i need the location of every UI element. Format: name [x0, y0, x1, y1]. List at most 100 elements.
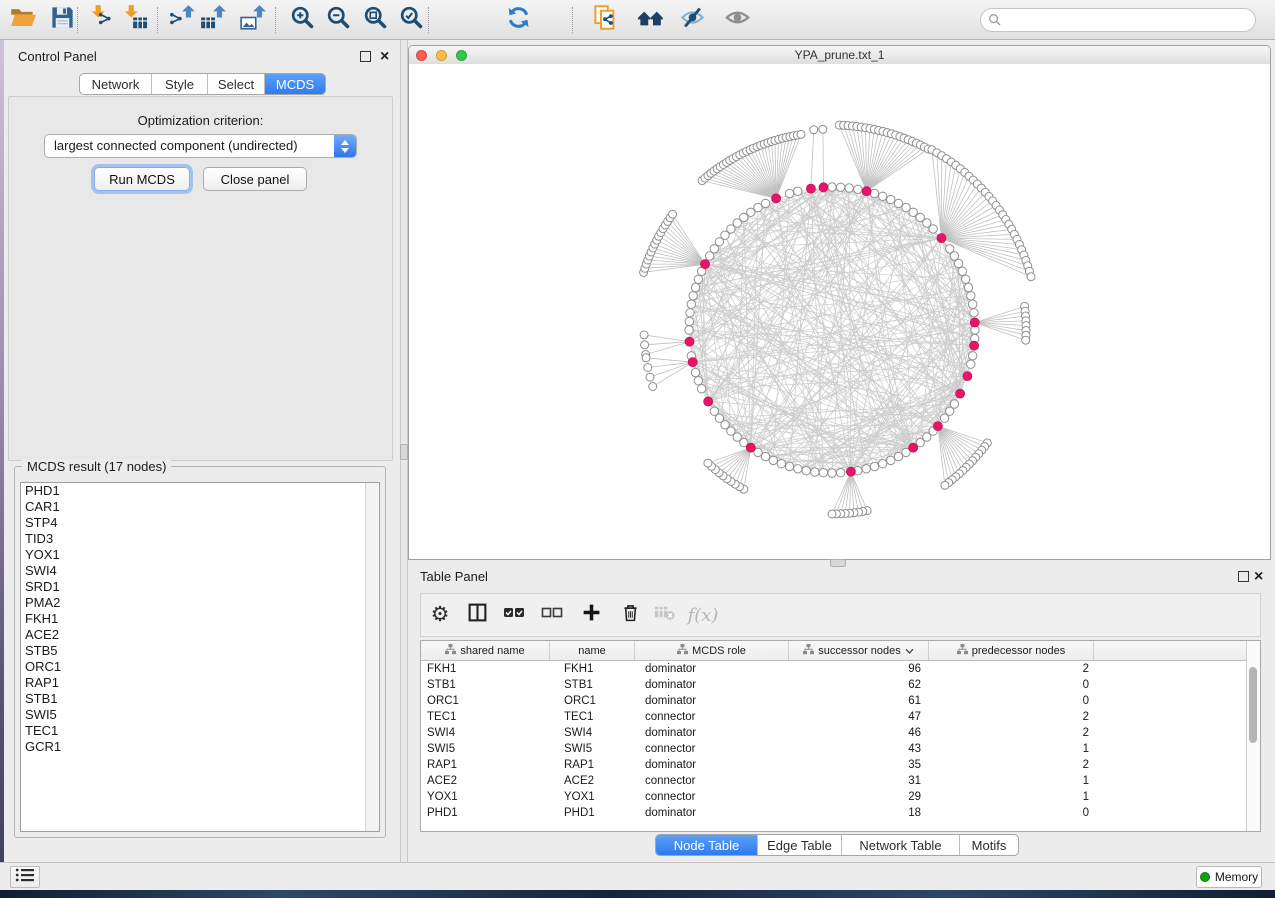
table-panel-float-icon[interactable]: [1238, 571, 1249, 582]
tab-node-table[interactable]: Node Table: [656, 835, 758, 855]
tab-edge-table[interactable]: Edge Table: [758, 835, 842, 855]
mcds-hub-node[interactable]: [963, 372, 972, 381]
mcds-result-item[interactable]: STP4: [21, 515, 379, 531]
table-flow-icon: [803, 644, 814, 658]
column-header-predecessor-nodes[interactable]: predecessor nodes: [929, 641, 1094, 660]
tab-motifs[interactable]: Motifs: [960, 835, 1018, 855]
memory-button[interactable]: Memory: [1196, 866, 1262, 888]
tab-select[interactable]: Select: [208, 74, 265, 94]
table-panel-close-icon[interactable]: ×: [1254, 571, 1263, 583]
toolbar-export-image-button[interactable]: [236, 3, 270, 37]
network-window-titlebar[interactable]: YPA_prune.txt_1: [409, 46, 1270, 65]
mcds-result-item[interactable]: SWI4: [21, 563, 379, 579]
table-row[interactable]: SWI5SWI5connector431: [421, 741, 1260, 757]
mcds-result-item[interactable]: YOX1: [21, 547, 379, 563]
table-row[interactable]: ORC1ORC1dominator610: [421, 693, 1260, 709]
optimization-criterion-dropdown[interactable]: largest connected component (undirected): [44, 134, 357, 158]
table-toolbar-select-all-button[interactable]: [500, 601, 528, 629]
search-input[interactable]: [980, 8, 1256, 32]
toolbar-zoom-fit-content-button[interactable]: [358, 3, 392, 37]
mcds-result-item[interactable]: CAR1: [21, 499, 379, 515]
toolbar-import-network-from-file-button[interactable]: [86, 3, 120, 37]
table-toolbar-delete-row-button[interactable]: [616, 601, 644, 629]
tab-network[interactable]: Network: [80, 74, 152, 94]
toolbar-export-network-button[interactable]: [165, 3, 199, 37]
mcds-hub-node[interactable]: [806, 184, 815, 193]
network-canvas[interactable]: [409, 64, 1270, 559]
table-row[interactable]: STB1STB1dominator620: [421, 677, 1260, 693]
tab-network-table[interactable]: Network Table: [842, 835, 960, 855]
mcds-result-item[interactable]: FKH1: [21, 611, 379, 627]
mcds-result-item[interactable]: STB5: [21, 643, 379, 659]
table-toolbar-column-settings-button[interactable]: ⚙: [426, 601, 454, 629]
mcds-hub-node[interactable]: [772, 194, 781, 203]
mcds-hub-node[interactable]: [819, 183, 828, 192]
mcds-hub-node[interactable]: [970, 341, 979, 350]
mcds-hub-node[interactable]: [704, 397, 713, 406]
toolbar-refresh-view-button[interactable]: [501, 3, 535, 37]
table-row[interactable]: ACE2ACE2connector311: [421, 773, 1260, 789]
toolbar-first-neighbors-button[interactable]: [633, 3, 667, 37]
column-label: MCDS role: [692, 645, 746, 657]
toolbar-hide-selected-button[interactable]: [675, 3, 709, 37]
mcds-result-item[interactable]: GCR1: [21, 739, 379, 755]
column-header-successor-nodes[interactable]: successor nodes: [789, 641, 929, 660]
control-panel-float-icon[interactable]: [360, 51, 371, 62]
table-scrollbar-thumb[interactable]: [1249, 667, 1257, 743]
toolbar-open-session-button[interactable]: [5, 3, 39, 37]
toolbar-save-session-button[interactable]: [45, 3, 79, 37]
toolbar-import-table-from-file-button[interactable]: [119, 3, 153, 37]
vertical-splitter-handle[interactable]: [400, 444, 408, 460]
mcds-hub-node[interactable]: [746, 443, 755, 452]
table-row[interactable]: YOX1YOX1connector291: [421, 789, 1260, 805]
mcds-hub-node[interactable]: [688, 358, 697, 367]
panel-list-button[interactable]: [10, 866, 40, 888]
mcds-list-scrollbar[interactable]: [365, 483, 379, 831]
table-toolbar-panel-mode-button[interactable]: [463, 601, 491, 629]
table-toolbar-function-builder-disabled-button[interactable]: f(x): [689, 601, 717, 629]
mcds-hub-node[interactable]: [685, 337, 694, 346]
table-row[interactable]: FKH1FKH1dominator962: [421, 661, 1260, 677]
table-toolbar-delete-column-disabled-button[interactable]: [650, 601, 678, 629]
mcds-hub-node[interactable]: [970, 318, 979, 327]
toolbar-show-all-button[interactable]: [720, 3, 754, 37]
mcds-result-item[interactable]: RAP1: [21, 675, 379, 691]
control-panel-close-icon[interactable]: ×: [380, 51, 389, 63]
column-header-name[interactable]: name: [550, 641, 635, 660]
table-row[interactable]: SWI4SWI4dominator462: [421, 725, 1260, 741]
toolbar-new-network-from-selection-button[interactable]: [588, 3, 622, 37]
mcds-result-item[interactable]: TID3: [21, 531, 379, 547]
tab-style[interactable]: Style: [152, 74, 208, 94]
table-toolbar-deselect-all-button[interactable]: [538, 601, 566, 629]
mcds-hub-node[interactable]: [937, 234, 946, 243]
table-row[interactable]: PHD1PHD1dominator180: [421, 805, 1260, 821]
mcds-result-item[interactable]: PMA2: [21, 595, 379, 611]
mcds-result-item[interactable]: ORC1: [21, 659, 379, 675]
column-header-shared-name[interactable]: shared name: [421, 641, 550, 660]
mcds-result-item[interactable]: SWI5: [21, 707, 379, 723]
mcds-result-item[interactable]: STB1: [21, 691, 379, 707]
mcds-hub-node[interactable]: [909, 443, 918, 452]
table-row[interactable]: TEC1TEC1connector472: [421, 709, 1260, 725]
horizontal-splitter-handle[interactable]: [830, 559, 846, 567]
mcds-result-item[interactable]: ACE2: [21, 627, 379, 643]
mcds-hub-node[interactable]: [700, 260, 709, 269]
mcds-hub-node[interactable]: [956, 389, 965, 398]
run-mcds-button[interactable]: Run MCDS: [94, 167, 190, 191]
toolbar-zoom-out-button[interactable]: [321, 3, 355, 37]
mcds-hub-node[interactable]: [933, 422, 942, 431]
mcds-hub-node[interactable]: [862, 187, 871, 196]
mcds-hub-node[interactable]: [846, 467, 855, 476]
table-toolbar-add-row-button[interactable]: [577, 601, 605, 629]
mcds-result-item[interactable]: PHD1: [21, 483, 379, 499]
toolbar-zoom-in-button[interactable]: [285, 3, 319, 37]
table-row[interactable]: RAP1RAP1dominator352: [421, 757, 1260, 773]
toolbar-zoom-selected-button[interactable]: [394, 3, 428, 37]
tab-mcds[interactable]: MCDS: [265, 74, 325, 94]
close-panel-button[interactable]: Close panel: [203, 167, 307, 191]
table-scrollbar[interactable]: [1246, 641, 1260, 831]
mcds-result-item[interactable]: SRD1: [21, 579, 379, 595]
column-header-MCDS-role[interactable]: MCDS role: [635, 641, 789, 660]
toolbar-export-table-button[interactable]: [196, 3, 230, 37]
mcds-result-item[interactable]: TEC1: [21, 723, 379, 739]
